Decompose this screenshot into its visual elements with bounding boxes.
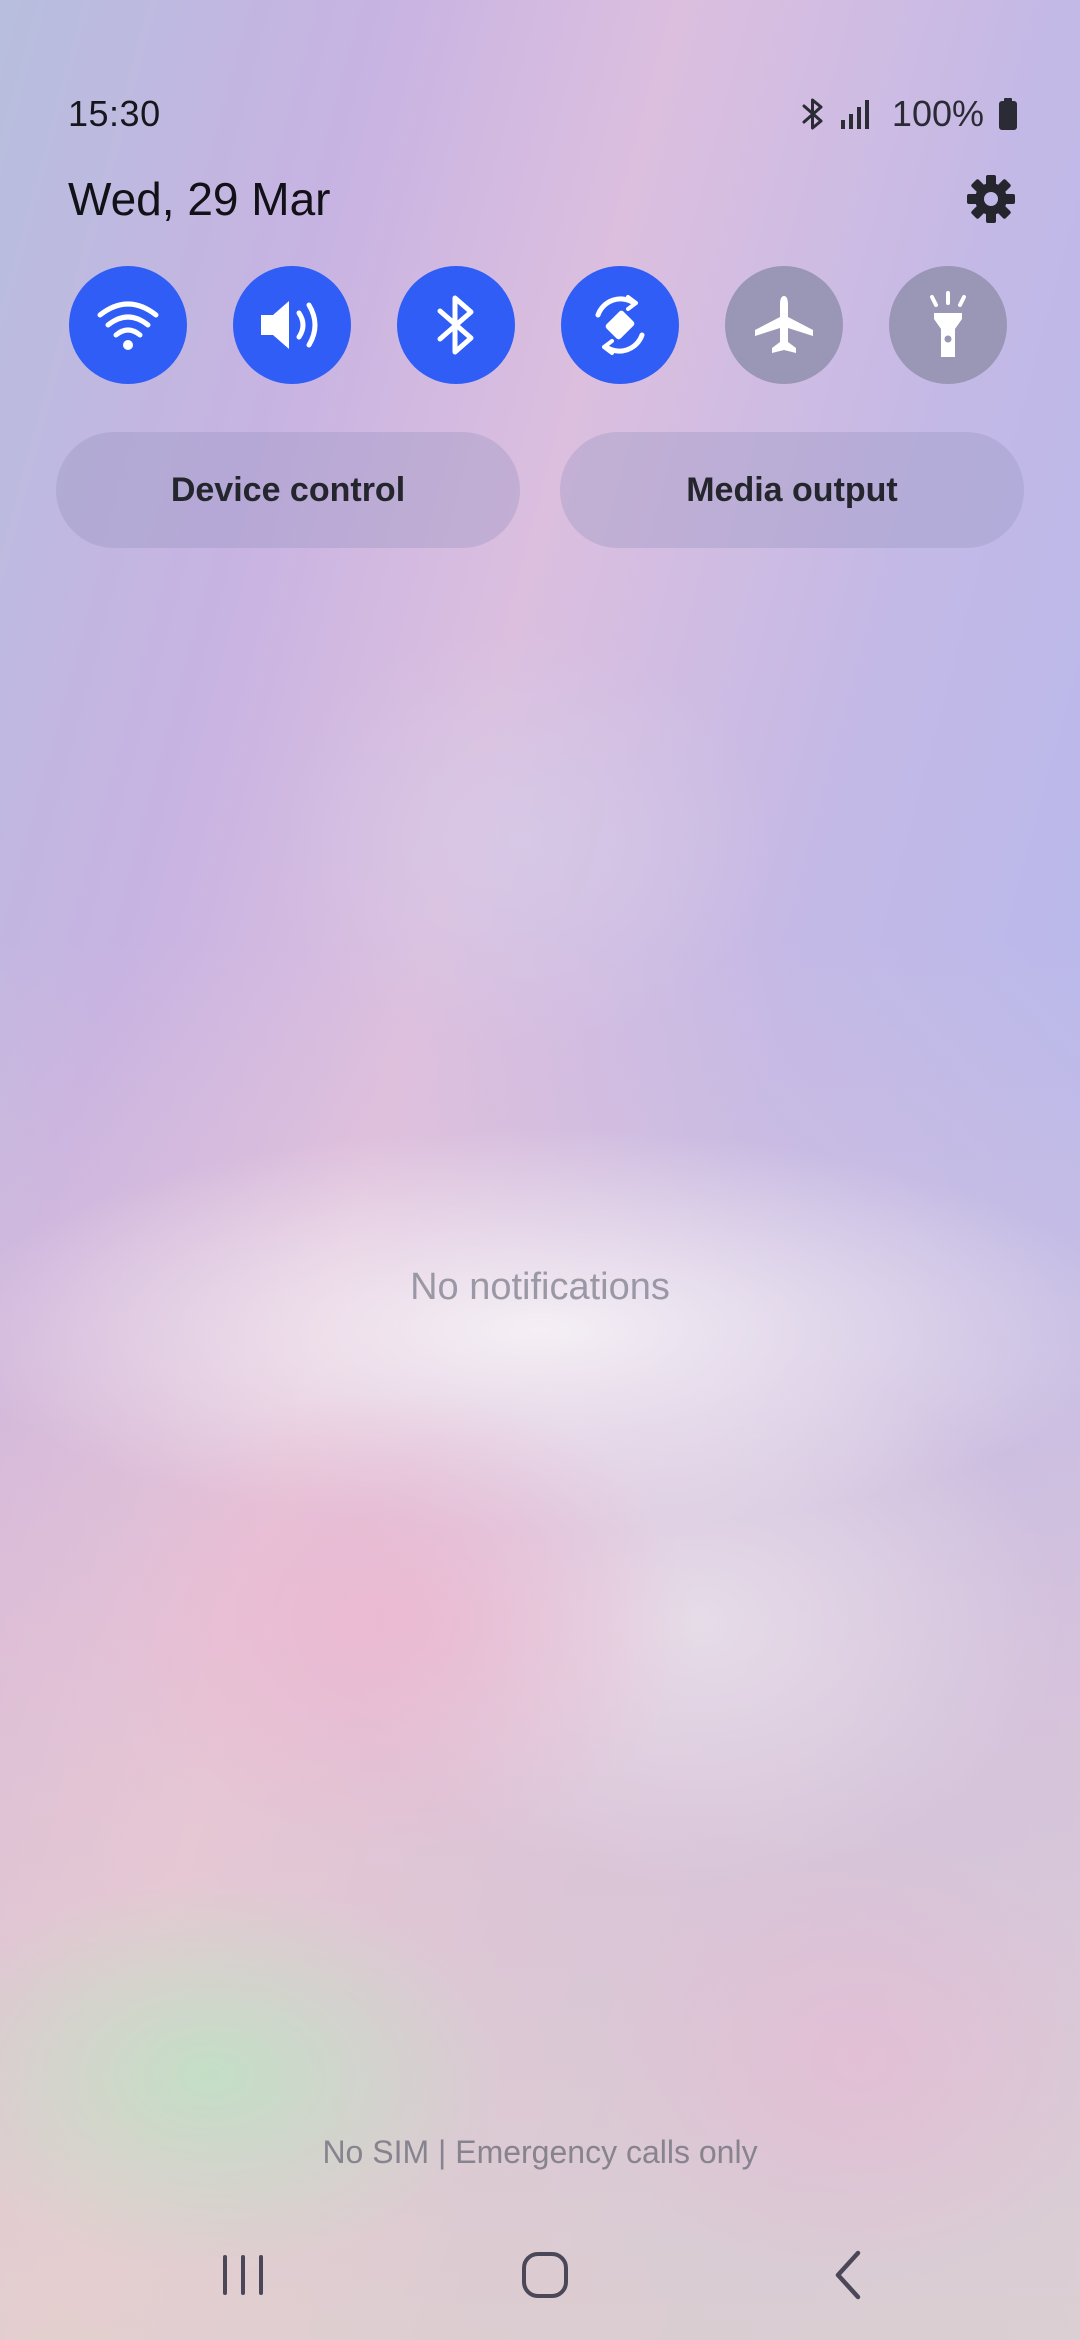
tile-airplane-mode[interactable] bbox=[725, 266, 843, 384]
tile-auto-rotate[interactable] bbox=[561, 266, 679, 384]
status-icons: 100% bbox=[800, 93, 1018, 135]
media-output-button[interactable]: Media output bbox=[560, 432, 1024, 548]
back-icon bbox=[835, 2250, 861, 2300]
home-button[interactable] bbox=[485, 2230, 605, 2320]
tile-wifi[interactable] bbox=[69, 266, 187, 384]
quick-settings-tiles bbox=[69, 266, 1009, 386]
date-label: Wed, 29 Mar bbox=[68, 173, 331, 225]
panel-header: Wed, 29 Mar bbox=[68, 164, 1024, 234]
device-control-button[interactable]: Device control bbox=[56, 432, 520, 548]
back-button[interactable] bbox=[788, 2230, 908, 2320]
battery-icon bbox=[999, 98, 1017, 130]
rotate-icon bbox=[595, 295, 645, 355]
volume-icon bbox=[261, 301, 318, 349]
battery-percent: 100% bbox=[891, 93, 984, 134]
gear-icon bbox=[967, 175, 1015, 223]
bluetooth-icon bbox=[802, 98, 823, 130]
navigation-bar bbox=[0, 2230, 1080, 2320]
no-notifications-text: No notifications bbox=[410, 1266, 670, 1308]
settings-button[interactable] bbox=[958, 166, 1024, 232]
status-bar: 15:30 100% bbox=[68, 88, 1018, 140]
status-clock: 15:30 bbox=[68, 93, 161, 134]
recent-apps-icon bbox=[223, 2255, 263, 2295]
tile-bluetooth[interactable] bbox=[397, 266, 515, 384]
airplane-icon bbox=[755, 296, 813, 353]
bluetooth-icon bbox=[437, 295, 474, 355]
home-icon bbox=[522, 2252, 568, 2298]
tile-flashlight[interactable] bbox=[889, 266, 1007, 384]
carrier-status-text: No SIM | Emergency calls only bbox=[322, 2134, 758, 2170]
tile-sound[interactable] bbox=[233, 266, 351, 384]
recent-apps-button[interactable] bbox=[183, 2230, 303, 2320]
signal-icon bbox=[840, 100, 869, 129]
flashlight-icon bbox=[930, 291, 966, 357]
wifi-icon bbox=[97, 301, 159, 350]
panel-buttons: Device control Media output bbox=[56, 432, 1024, 548]
